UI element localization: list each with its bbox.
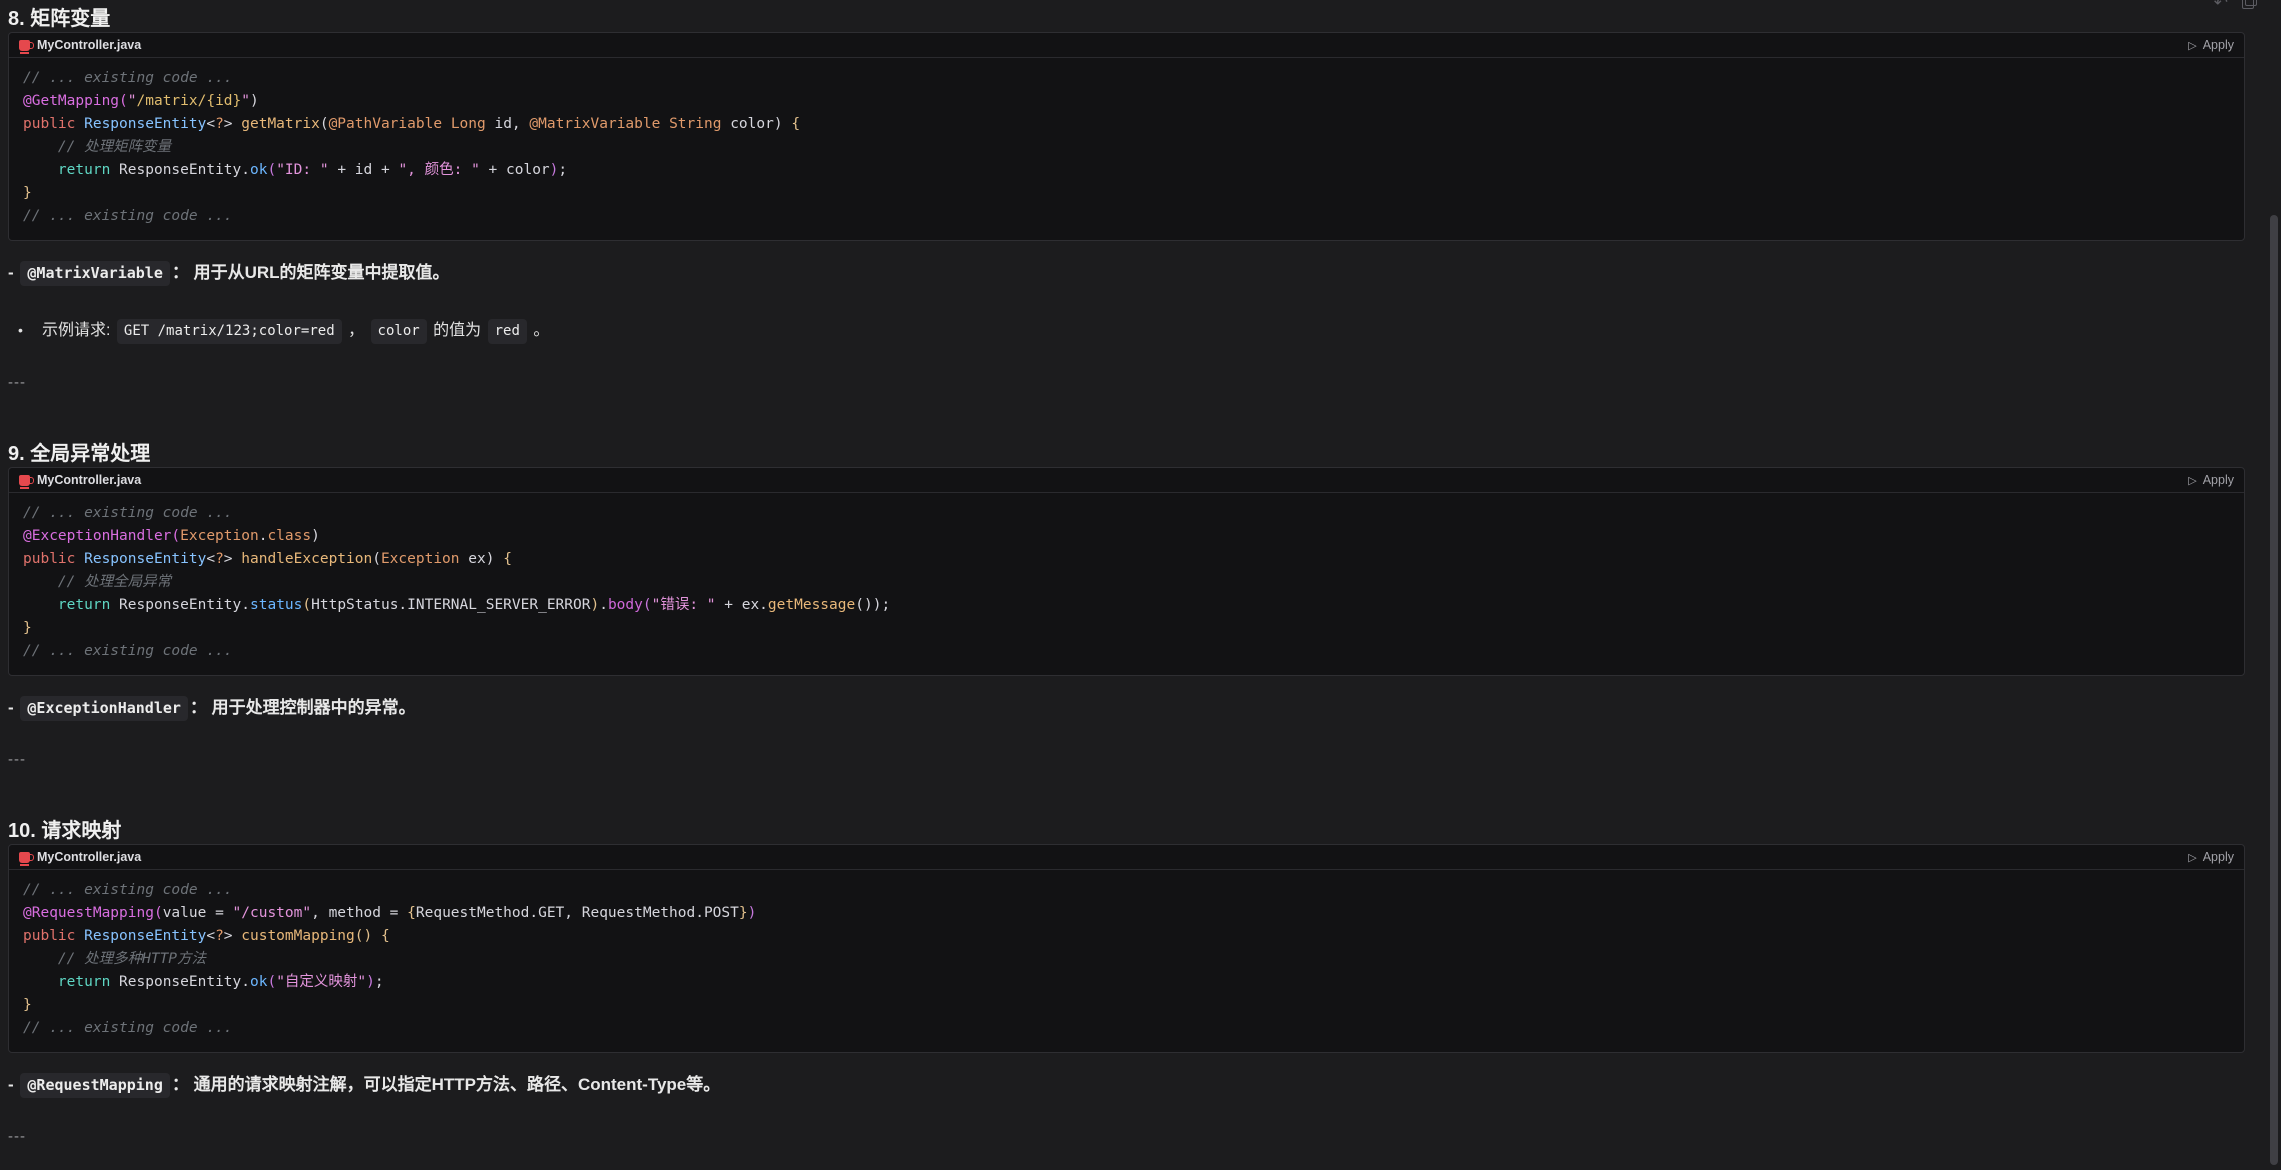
apply-button[interactable]: ▷ Apply [2188, 38, 2234, 52]
apply-button[interactable]: ▷ Apply [2188, 473, 2234, 487]
code-line: // ... existing code ... [23, 205, 2230, 228]
bullet-dot: • [18, 319, 23, 341]
bullet-text: 示例请求: GET /matrix/123;color=red ， color … [42, 322, 549, 339]
code-line: // ... existing code ... [23, 640, 2230, 663]
filename-label: MyController.java [37, 473, 141, 487]
undo-icon[interactable]: ↶ [2214, 0, 2228, 13]
file-info: MyController.java [19, 473, 141, 487]
inline-code-chip: @RequestMapping [20, 1073, 169, 1098]
code-block-header: MyController.java ▷ Apply [9, 468, 2244, 493]
code-line: // 处理矩阵变量 [23, 136, 2230, 159]
section-request-mapping: 10. 请求映射 MyController.java ▷ Apply // ..… [8, 820, 2240, 1145]
code-line: @ExceptionHandler(Exception.class) [23, 525, 2230, 548]
inline-code-chip: @MatrixVariable [20, 261, 169, 286]
code-line: // ... existing code ... [23, 1017, 2230, 1040]
apply-label: Apply [2203, 850, 2234, 864]
java-file-icon [19, 852, 30, 863]
filename-label: MyController.java [37, 850, 141, 864]
section-heading: 9. 全局异常处理 [8, 443, 2240, 465]
note-requestmapping: - @RequestMapping： 通用的请求映射注解，可以指定HTTP方法、… [8, 1073, 2240, 1098]
code-line: public ResponseEntity<?> customMapping()… [23, 925, 2230, 948]
inline-code-chip: GET /matrix/123;color=red [117, 319, 342, 344]
play-icon: ▷ [2188, 851, 2196, 864]
play-icon: ▷ [2188, 39, 2196, 52]
inline-code-chip: @ExceptionHandler [20, 696, 188, 721]
apply-button[interactable]: ▷ Apply [2188, 850, 2234, 864]
markdown-divider: --- [8, 374, 2240, 391]
code-line: public ResponseEntity<?> getMatrix(@Path… [23, 113, 2230, 136]
section-global-exception: 9. 全局异常处理 MyController.java ▷ Apply // .… [8, 443, 2240, 768]
code-line: } [23, 617, 2230, 640]
inline-code-chip: red [488, 319, 527, 344]
code-line: @RequestMapping(value = "/custom", metho… [23, 902, 2230, 925]
code-block-requestmapping: MyController.java ▷ Apply // ... existin… [8, 844, 2245, 1053]
java-file-icon [19, 40, 30, 51]
message-toolbar: ↶ [2214, 0, 2255, 13]
code-block-exception: MyController.java ▷ Apply // ... existin… [8, 467, 2245, 676]
code-line: return ResponseEntity.ok("ID: " + id + "… [23, 159, 2230, 182]
markdown-divider: --- [8, 1128, 2240, 1145]
code-line: // ... existing code ... [23, 67, 2230, 90]
file-info: MyController.java [19, 38, 141, 52]
section-heading: 10. 请求映射 [8, 820, 2240, 842]
section-heading: 8. 矩阵变量 [8, 8, 2240, 30]
code-body[interactable]: // ... existing code ...@ExceptionHandle… [9, 493, 2244, 675]
code-line: // 处理全局异常 [23, 571, 2230, 594]
apply-label: Apply [2203, 473, 2234, 487]
play-icon: ▷ [2188, 474, 2196, 487]
note-matrixvariable: - @MatrixVariable： 用于从URL的矩阵变量中提取值。 [8, 261, 2240, 286]
filename-label: MyController.java [37, 38, 141, 52]
markdown-divider: --- [8, 751, 2240, 768]
code-line: // ... existing code ... [23, 502, 2230, 525]
code-block-header: MyController.java ▷ Apply [9, 845, 2244, 870]
apply-label: Apply [2203, 38, 2234, 52]
chat-response-body: 8. 矩阵变量 MyController.java ▷ Apply // ...… [0, 0, 2248, 1145]
code-line: return ResponseEntity.status(HttpStatus.… [23, 594, 2230, 617]
code-line: } [23, 182, 2230, 205]
code-block-matrix: MyController.java ▷ Apply // ... existin… [8, 32, 2245, 241]
code-body[interactable]: // ... existing code ...@RequestMapping(… [9, 870, 2244, 1052]
code-line: return ResponseEntity.ok("自定义映射"); [23, 971, 2230, 994]
code-line: public ResponseEntity<?> handleException… [23, 548, 2230, 571]
vertical-scrollbar[interactable] [2270, 215, 2278, 1165]
code-line: // ... existing code ... [23, 879, 2230, 902]
code-block-header: MyController.java ▷ Apply [9, 33, 2244, 58]
code-line: // 处理多种HTTP方法 [23, 948, 2230, 971]
code-body[interactable]: // ... existing code ...@GetMapping("/ma… [9, 58, 2244, 240]
java-file-icon [19, 475, 30, 486]
code-line: } [23, 994, 2230, 1017]
section-matrix-variables: 8. 矩阵变量 MyController.java ▷ Apply // ...… [8, 8, 2240, 391]
inline-code-chip: color [371, 319, 427, 344]
note-exceptionhandler: - @ExceptionHandler： 用于处理控制器中的异常。 [8, 696, 2240, 721]
file-info: MyController.java [19, 850, 141, 864]
code-line: @GetMapping("/matrix/{id}") [23, 90, 2230, 113]
copy-icon[interactable] [2242, 0, 2255, 8]
bullet-example-request: • 示例请求: GET /matrix/123;color=red ， colo… [8, 319, 2240, 344]
